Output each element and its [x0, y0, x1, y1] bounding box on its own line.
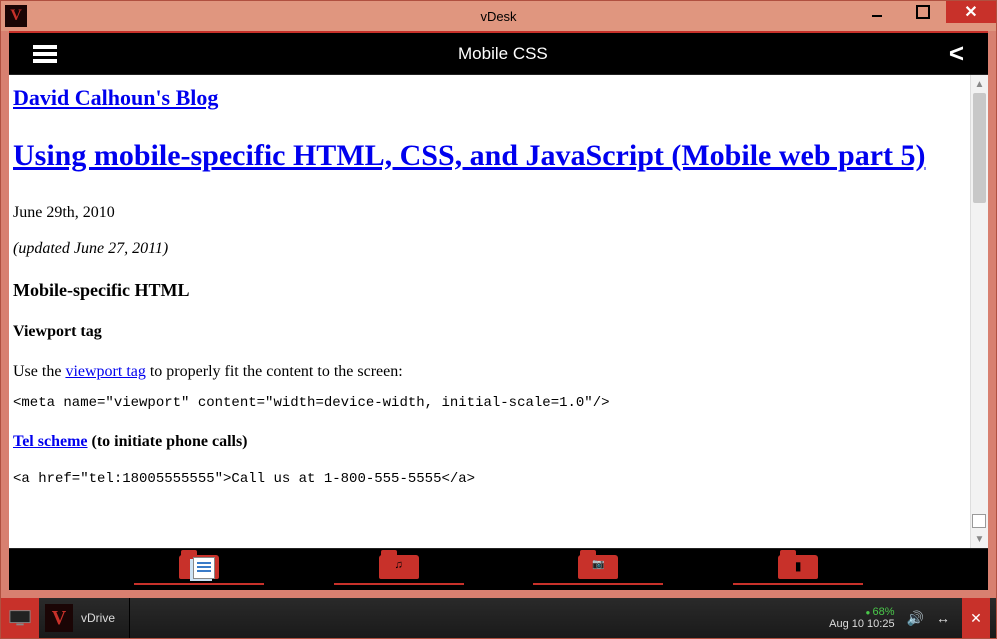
hamburger-icon[interactable]: [33, 42, 57, 66]
scrollbar[interactable]: ▲ ▼: [970, 75, 988, 548]
text-use-prefix: Use the: [13, 363, 65, 380]
page-title: Mobile CSS: [57, 44, 949, 64]
window-frame: V vDesk ✕ Mobile CSS < David Calhoun's B…: [0, 0, 997, 639]
blog-home-link[interactable]: David Calhoun's Blog: [13, 85, 218, 110]
film-icon: ▮: [795, 559, 802, 573]
article-content[interactable]: David Calhoun's Blog Using mobile-specif…: [9, 75, 970, 548]
bottom-tab-bar: ♫ 📷 ▮: [9, 548, 988, 590]
tab-photos[interactable]: 📷: [533, 555, 663, 585]
content-wrap: David Calhoun's Blog Using mobile-specif…: [9, 75, 988, 548]
minimize-button[interactable]: [854, 1, 900, 23]
heading-mobile-html: Mobile-specific HTML: [13, 280, 964, 301]
window-title: vDesk: [480, 9, 516, 24]
viewport-tag-link[interactable]: viewport tag: [65, 363, 145, 380]
code-meta-viewport: <meta name="viewport" content="width=dev…: [13, 395, 964, 411]
maximize-button[interactable]: [900, 1, 946, 23]
back-chevron-icon[interactable]: <: [949, 38, 964, 69]
folder-videos-icon: ▮: [778, 555, 818, 579]
battery-status[interactable]: 68% Aug 10 10:25: [829, 606, 894, 630]
tab-underline: [733, 583, 863, 585]
tab-music[interactable]: ♫: [334, 555, 464, 585]
scroll-down-icon[interactable]: ▼: [971, 530, 988, 548]
article-title-anchor[interactable]: Using mobile-specific HTML, CSS, and Jav…: [13, 139, 926, 172]
tab-underline: [334, 583, 464, 585]
scroll-checkbox[interactable]: [972, 514, 986, 528]
camera-icon: 📷: [592, 559, 604, 570]
tab-videos[interactable]: ▮: [733, 555, 863, 585]
app-icon: V: [5, 5, 27, 27]
heading-tel-scheme: Tel scheme (to initiate phone calls): [13, 433, 964, 451]
os-taskbar: V vDrive 68% Aug 10 10:25 🔊 ↔ ✕: [1, 598, 996, 638]
volume-icon[interactable]: 🔊: [907, 610, 924, 627]
folder-music-icon: ♫: [379, 555, 419, 579]
folder-photos-icon: 📷: [578, 555, 618, 579]
scroll-up-icon[interactable]: ▲: [971, 75, 988, 93]
monitor-icon: [9, 609, 31, 627]
article-title-link[interactable]: Using mobile-specific HTML, CSS, and Jav…: [13, 139, 964, 174]
article-date: June 29th, 2010: [13, 204, 964, 222]
titlebar[interactable]: V vDesk ✕: [1, 1, 996, 31]
scroll-thumb[interactable]: [973, 93, 986, 203]
tel-suffix: (to initiate phone calls): [88, 433, 248, 450]
tab-underline: [533, 583, 663, 585]
paragraph-viewport: Use the viewport tag to properly fit the…: [13, 363, 964, 381]
system-tray: 68% Aug 10 10:25 🔊 ↔ ✕: [829, 598, 996, 638]
client-area: Mobile CSS < David Calhoun's Blog Using …: [9, 31, 988, 590]
close-button[interactable]: ✕: [946, 1, 996, 23]
tel-scheme-link[interactable]: Tel scheme: [13, 433, 88, 450]
start-button[interactable]: [1, 598, 39, 638]
music-note-icon: ♫: [395, 559, 403, 571]
tab-underline: [134, 583, 264, 585]
taskbar-app-label: vDrive: [81, 611, 115, 625]
clock: Aug 10 10:25: [829, 618, 894, 630]
tab-documents[interactable]: [134, 555, 264, 585]
battery-percent: 68%: [865, 606, 894, 618]
taskbar-app-vdrive[interactable]: V vDrive: [39, 598, 130, 638]
expand-tray-icon[interactable]: ↔: [936, 610, 950, 626]
folder-documents-icon: [179, 555, 219, 579]
text-use-suffix: to properly fit the content to the scree…: [146, 363, 403, 380]
window-controls: ✕: [854, 1, 996, 31]
app-header: Mobile CSS <: [9, 33, 988, 75]
heading-viewport: Viewport tag: [13, 323, 964, 341]
article-updated: (updated June 27, 2011): [13, 240, 964, 258]
code-tel-anchor: <a href="tel:18005555555">Call us at 1-8…: [13, 471, 964, 487]
vdrive-icon: V: [45, 604, 73, 632]
taskbar-close-button[interactable]: ✕: [962, 598, 990, 638]
